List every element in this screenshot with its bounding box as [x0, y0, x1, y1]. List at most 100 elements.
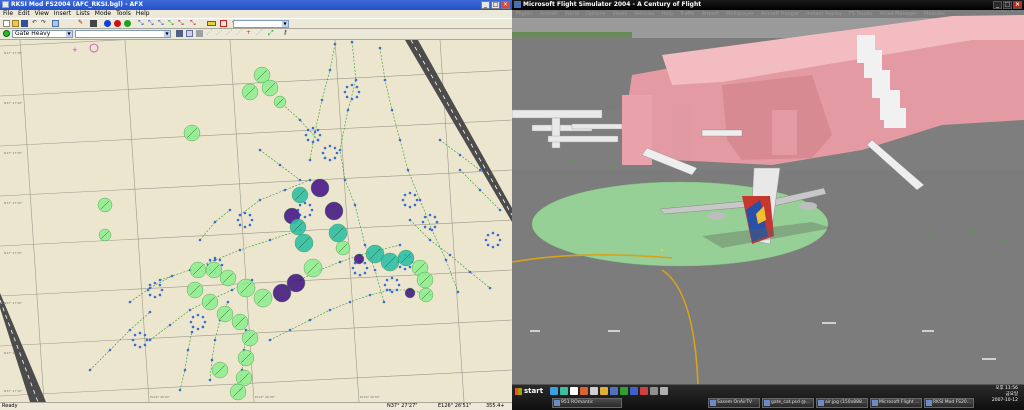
parking-type-dropdown[interactable]: Gate Heavy ▼ — [12, 30, 73, 38]
taxi-node[interactable] — [131, 338, 135, 342]
apply-icon[interactable] — [176, 30, 183, 37]
taxi-node[interactable] — [423, 215, 427, 219]
taxi-node[interactable] — [316, 138, 320, 142]
fs-close-button[interactable]: × — [1013, 1, 1022, 9]
taxi-node[interactable] — [397, 283, 401, 287]
parking-spot[interactable] — [98, 228, 112, 242]
taxi-node[interactable] — [308, 213, 312, 217]
parking-spot[interactable] — [237, 349, 255, 367]
fs-quicklaunch-icon[interactable] — [630, 387, 638, 395]
fs-menu-flights[interactable]: Flights — [516, 10, 533, 18]
taxi-node[interactable] — [268, 238, 272, 242]
parking-spot[interactable] — [416, 271, 434, 289]
taxi-node[interactable] — [191, 315, 195, 319]
taxi-node[interactable] — [138, 331, 142, 335]
taxi-node[interactable] — [406, 168, 410, 172]
taxi-node[interactable] — [148, 283, 152, 287]
taxi-node[interactable] — [385, 278, 389, 282]
taxi-node[interactable] — [343, 178, 347, 182]
taxi-node[interactable] — [158, 278, 162, 282]
menu-help[interactable]: Help — [136, 10, 150, 18]
taxi-node[interactable] — [310, 208, 314, 212]
taxi-node[interactable] — [456, 290, 460, 294]
parking-spot[interactable] — [253, 288, 273, 308]
menu-edit[interactable]: Edit — [18, 10, 30, 18]
taxi-node[interactable] — [248, 213, 252, 217]
taxi-node[interactable] — [183, 368, 187, 372]
fs-menu-multiplayer[interactable]: Multiplayer — [726, 10, 754, 18]
start-marker-icon[interactable]: + — [72, 46, 78, 54]
taxi-node[interactable] — [298, 178, 302, 182]
parking-spot[interactable] — [289, 218, 307, 236]
taxi-node[interactable] — [333, 42, 337, 46]
select-tool-icon[interactable]: ✎ — [78, 20, 85, 27]
taxi-node[interactable] — [390, 276, 394, 280]
parking-spot[interactable] — [236, 278, 256, 298]
taxi-node[interactable] — [323, 156, 327, 160]
taxi-node[interactable] — [278, 163, 282, 167]
taxi-node[interactable] — [201, 325, 205, 329]
parking-spot[interactable] — [211, 361, 229, 379]
parking-tool-icon[interactable] — [124, 20, 131, 27]
taxi-node[interactable] — [88, 368, 92, 372]
taxi-node[interactable] — [385, 288, 389, 292]
taxi-node[interactable] — [148, 338, 152, 342]
taxi-node[interactable] — [363, 261, 367, 265]
taxi-node[interactable] — [316, 128, 320, 132]
undo-icon[interactable]: ↶ — [32, 20, 39, 27]
taxi-node[interactable] — [268, 338, 272, 342]
parking-spot[interactable] — [231, 313, 249, 331]
start-button[interactable]: start — [515, 386, 545, 397]
taxi-node[interactable] — [398, 243, 402, 247]
close-button[interactable]: × — [501, 1, 510, 9]
fs-menu-airport[interactable]: Airport — [702, 10, 719, 18]
taxi-node[interactable] — [190, 330, 194, 334]
taxi-node[interactable] — [428, 213, 432, 217]
taxi-node[interactable] — [186, 348, 190, 352]
parking-spot[interactable] — [328, 223, 348, 243]
taxi-node[interactable] — [350, 40, 354, 44]
taxi-node[interactable] — [368, 293, 372, 297]
taxi-node[interactable] — [338, 260, 342, 264]
taxi-node[interactable] — [311, 126, 315, 130]
parking-spot[interactable] — [418, 287, 434, 303]
menu-insert[interactable]: Insert — [54, 10, 71, 18]
taxiway-link-icon[interactable]: ⤡ — [138, 20, 145, 27]
parking-spot[interactable] — [229, 383, 247, 401]
taxi-node[interactable] — [498, 238, 502, 242]
taxi-node[interactable] — [448, 253, 452, 257]
taxi-node[interactable] — [346, 108, 350, 112]
parking-spot[interactable] — [310, 178, 330, 198]
taxi-node[interactable] — [148, 310, 152, 314]
taxi-node[interactable] — [160, 288, 164, 292]
fs-menu-help[interactable]: Help — [661, 10, 672, 18]
taxi-node[interactable] — [338, 148, 342, 152]
save-icon[interactable] — [21, 20, 28, 27]
taxi-node[interactable] — [478, 188, 482, 192]
fs2004-3d-view[interactable] — [512, 0, 1024, 384]
taxi-node[interactable] — [328, 144, 332, 148]
airport-properties-icon[interactable] — [52, 20, 59, 27]
taxi-node[interactable] — [128, 300, 132, 304]
taxi-node[interactable] — [189, 320, 193, 324]
taxi-node[interactable] — [230, 288, 234, 292]
boundary-fence-icon[interactable] — [220, 20, 227, 27]
taxi-node[interactable] — [408, 265, 412, 269]
taxi-node[interactable] — [196, 327, 200, 331]
taxi-node[interactable] — [468, 270, 472, 274]
minimize-button[interactable]: _ — [481, 1, 490, 9]
fs-menu-hangar[interactable]: Aircraft Hangar — [761, 10, 799, 18]
taskbar-item-afx[interactable]: RKSI Mod FS20... — [924, 398, 974, 408]
taxi-node[interactable] — [333, 146, 337, 150]
taxi-node[interactable] — [350, 97, 354, 101]
parking-spot[interactable] — [303, 258, 323, 278]
taxi-node[interactable] — [178, 388, 182, 392]
taxi-node[interactable] — [283, 188, 287, 192]
fs-menu-vehicles[interactable]: Vehicles — [634, 10, 655, 18]
taxi-node[interactable] — [311, 140, 315, 144]
taxi-node[interactable] — [357, 90, 361, 94]
taxi-node[interactable] — [333, 156, 337, 160]
taxi-node[interactable] — [478, 168, 482, 172]
taxi-node[interactable] — [444, 258, 448, 262]
fs-maximize-button[interactable]: □ — [1003, 1, 1012, 9]
